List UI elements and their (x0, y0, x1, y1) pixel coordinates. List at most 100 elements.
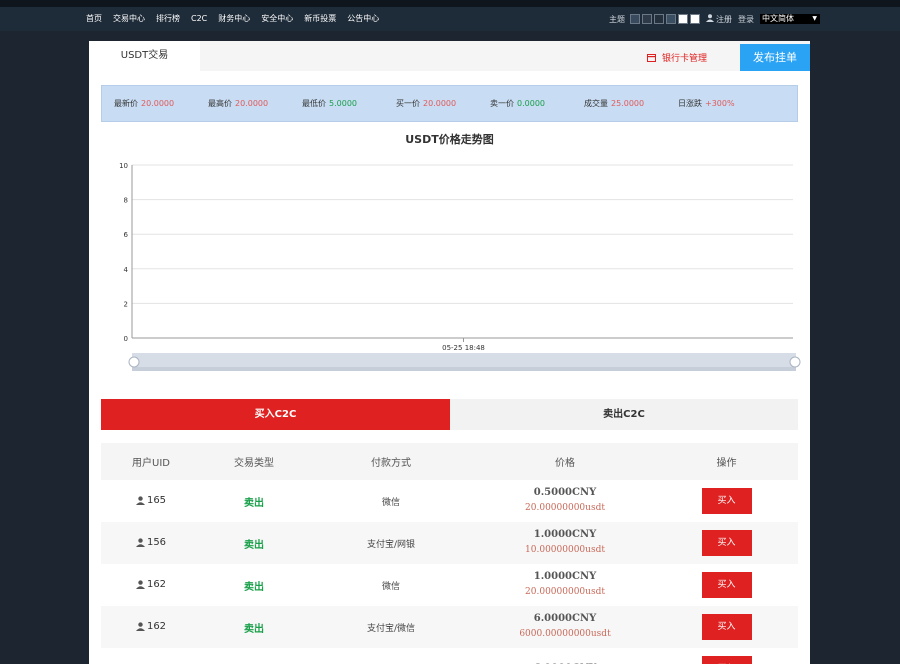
header-price: 价格 (555, 458, 575, 469)
ticker-value: 5.0000 (329, 99, 357, 108)
bank-card-icon (647, 53, 656, 62)
uid-value: 165 (146, 494, 167, 506)
y-tick-label: 4 (124, 266, 129, 274)
bank-card-manage-label: 银行卡管理 (662, 54, 708, 64)
amount-value: 6000.00000000usdt (519, 629, 611, 639)
y-tick-label: 2 (124, 300, 128, 308)
ticker-label: 日涨跌 (678, 99, 702, 108)
amount-value: 20.00000000usdt (525, 503, 605, 513)
nav-home[interactable]: 首页 (86, 14, 102, 24)
theme-swatch-2[interactable] (642, 14, 652, 24)
ticker-value: 20.0000 (235, 99, 269, 108)
main-nav: 首页 交易中心 排行榜 C2C 财务中心 安全中心 新币投票 公告中心 (86, 14, 390, 24)
user-icon (135, 579, 145, 589)
nav-announcements[interactable]: 公告中心 (347, 14, 379, 24)
register-link[interactable]: 注册 (716, 14, 732, 25)
ticker-value: 25.0000 (611, 99, 645, 108)
user-uid: 165 (135, 494, 167, 506)
top-right-controls: 主题 注册 登录 中文简体 ▼ (609, 13, 820, 25)
main-panel: USDT交易 银行卡管理 发布挂单 最新价 20.0000 最高价 20.0000 最低… (89, 41, 810, 664)
ticker-value: 20.0000 (423, 99, 457, 108)
ticker-item: 买一价 20.0000 (396, 98, 490, 109)
trade-type: 卖出 (244, 623, 264, 635)
table-row: 156 卖出 支付宝/网银 1.0000CNY 10.00000000usdt 买入 (101, 522, 798, 564)
header-uid: 用户UID (132, 458, 170, 469)
tab-usdt-trade[interactable]: USDT交易 (89, 41, 200, 71)
buy-button[interactable]: 买入 (701, 656, 752, 664)
nav-c2c[interactable]: C2C (191, 14, 207, 24)
chart-title: USDT价格走势图 (405, 133, 494, 146)
buy-button[interactable]: 买入 (701, 530, 752, 556)
trade-type: 卖出 (244, 497, 264, 509)
ticker-item: 最高价 20.0000 (208, 98, 302, 109)
theme-swatch-4[interactable] (666, 14, 676, 24)
theme-swatch-1[interactable] (630, 14, 640, 24)
nav-finance[interactable]: 财务中心 (218, 14, 250, 24)
payment-method: 微信 (381, 581, 400, 592)
tab-bar: USDT交易 银行卡管理 发布挂单 (89, 41, 810, 71)
y-tick-label: 8 (124, 197, 128, 205)
trade-type: 卖出 (244, 581, 264, 593)
publish-order-button[interactable]: 发布挂单 (740, 44, 810, 71)
nav-coin-vote[interactable]: 新币投票 (304, 14, 336, 24)
bank-card-manage-link[interactable]: 银行卡管理 (647, 51, 707, 64)
zoom-slider-base (132, 367, 796, 371)
payment-method: 微信 (381, 497, 400, 508)
price-value: 6.0000CNY (533, 613, 597, 624)
buy-sell-tabs: 买入C2C 卖出C2C (101, 399, 798, 430)
nav-trade-center[interactable]: 交易中心 (113, 14, 145, 24)
ticker-label: 最低价 (302, 99, 326, 108)
amount-value: 20.00000000usdt (525, 587, 605, 597)
buy-button[interactable]: 买入 (701, 488, 752, 514)
x-tick-label: 05-25 18:48 (442, 344, 485, 352)
ticker-item: 最低价 5.0000 (302, 98, 396, 109)
price-ticker: 最新价 20.0000 最高价 20.0000 最低价 5.0000 买一价 20.0000 卖… (101, 85, 798, 122)
price-value: 0.5000CNY (533, 487, 597, 498)
payment-method: 支付宝/网银 (366, 539, 416, 550)
user-icon (135, 537, 145, 547)
buy-button[interactable]: 买入 (701, 572, 752, 598)
header-type: 交易类型 (234, 458, 274, 469)
price-value: 1.0000CNY (533, 529, 597, 540)
zoom-handle-right[interactable] (789, 356, 801, 368)
nav-ranking[interactable]: 排行榜 (156, 14, 180, 24)
ticker-item: 成交量 25.0000 (584, 98, 678, 109)
theme-swatch-3[interactable] (654, 14, 664, 24)
table-row: 162 卖出 支付宝/微信 6.0000CNY 6000.00000000usdt 买入 (101, 606, 798, 648)
ticker-item: 最新价 20.0000 (114, 98, 208, 109)
ticker-value: 20.0000 (141, 99, 175, 108)
buy-button[interactable]: 买入 (701, 614, 752, 640)
tab-buy-c2c[interactable]: 买入C2C (101, 399, 450, 430)
ticker-label: 买一价 (396, 99, 420, 108)
ticker-label: 最新价 (114, 99, 138, 108)
theme-swatch-6[interactable] (690, 14, 700, 24)
login-link[interactable]: 登录 (738, 14, 754, 25)
nav-security[interactable]: 安全中心 (261, 14, 293, 24)
table-row: 165 卖出 微信 0.5000CNY 20.00000000usdt 买入 (101, 480, 798, 522)
ticker-item: 卖一价 0.0000 (490, 98, 584, 109)
tab-sell-c2c[interactable]: 卖出C2C (450, 399, 798, 430)
uid-value: 156 (146, 536, 167, 548)
header-payment: 付款方式 (371, 458, 411, 469)
uid-value: 162 (146, 578, 167, 590)
language-select[interactable]: 中文简体 ▼ (760, 14, 820, 24)
ticker-value: 0.0000 (517, 99, 545, 108)
y-tick-label: 10 (119, 162, 128, 170)
theme-swatch-5[interactable] (678, 14, 688, 24)
uid-value: 162 (146, 620, 167, 632)
price-value: 1.0000CNY (533, 571, 597, 582)
table-header: 用户UID 交易类型 付款方式 价格 操作 (101, 443, 798, 480)
zoom-handle-left[interactable] (128, 356, 140, 368)
language-value: 中文简体 (762, 14, 794, 23)
payment-method: 支付宝/微信 (366, 623, 416, 634)
table-row: 162 卖出 微信 1.0000CNY 20.00000000usdt 买入 (101, 564, 798, 606)
orders-table: 用户UID 交易类型 付款方式 价格 操作 165 卖出 微信 0.5000CNY 20… (101, 443, 798, 664)
ticker-value: +300% (705, 99, 735, 108)
user-uid: 162 (135, 578, 167, 590)
price-chart: 0 2 4 6 8 10 05-25 18:48 (119, 162, 801, 371)
user-icon (135, 621, 145, 631)
user-icon (135, 495, 145, 505)
trade-type: 卖出 (244, 539, 264, 551)
theme-label: 主题 (609, 14, 625, 24)
user-icon (706, 13, 714, 25)
